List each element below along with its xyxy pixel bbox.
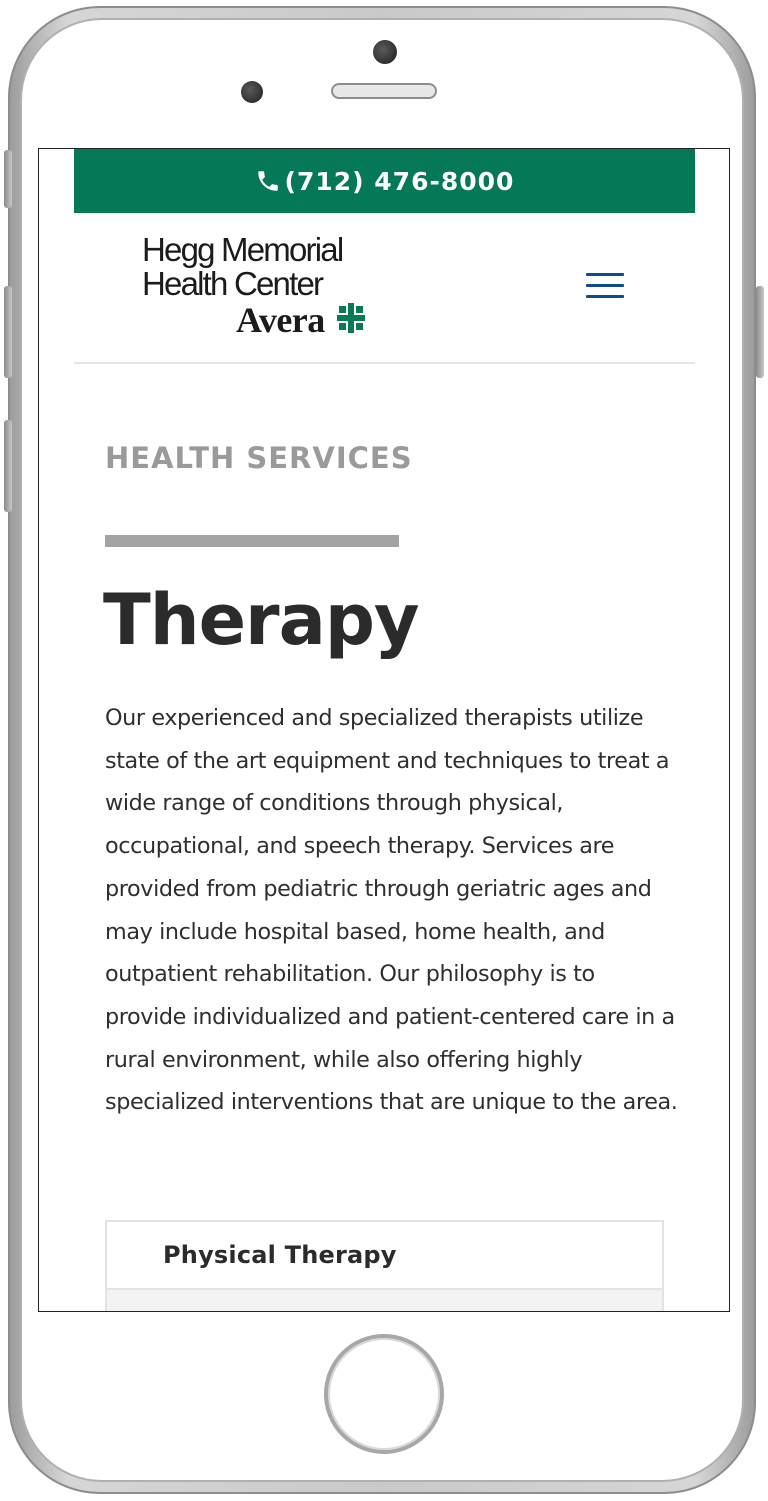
accordion-next-item[interactable]: [107, 1288, 662, 1311]
screen: (712) 476-8000 Hegg Memorial Health Cent…: [38, 148, 730, 1312]
home-button[interactable]: [324, 1334, 444, 1454]
phone-icon: [257, 171, 278, 191]
power-button: [756, 286, 764, 378]
volume-down-button: [4, 420, 12, 512]
page-title: Therapy: [103, 579, 420, 661]
accordion-item-physical-therapy[interactable]: Physical Therapy: [107, 1222, 662, 1288]
section-eyebrow: HEALTH SERVICES: [105, 441, 413, 475]
avera-cross-icon: [337, 303, 365, 333]
accordion-item-label: Physical Therapy: [163, 1241, 397, 1269]
site-logo[interactable]: Hegg Memorial Health Center Avera: [142, 231, 367, 340]
title-divider: [105, 535, 399, 547]
mute-switch: [4, 150, 12, 208]
services-accordion: Physical Therapy: [105, 1220, 664, 1311]
proximity-sensor: [241, 81, 263, 103]
phone-number[interactable]: (712) 476-8000: [285, 167, 515, 196]
service-description: Our experienced and specialized therapis…: [105, 705, 678, 1116]
front-camera: [373, 40, 397, 64]
earpiece-speaker: [331, 83, 437, 99]
logo-line-2: Health Center: [142, 265, 324, 302]
logo-line-1: Hegg Memorial: [142, 231, 344, 268]
hamburger-menu-icon[interactable]: [586, 271, 624, 301]
volume-up-button: [4, 286, 12, 378]
logo-brand: Avera: [236, 300, 325, 340]
phone-call-bar[interactable]: (712) 476-8000: [74, 149, 695, 213]
site-header: Hegg Memorial Health Center Avera: [74, 213, 695, 364]
